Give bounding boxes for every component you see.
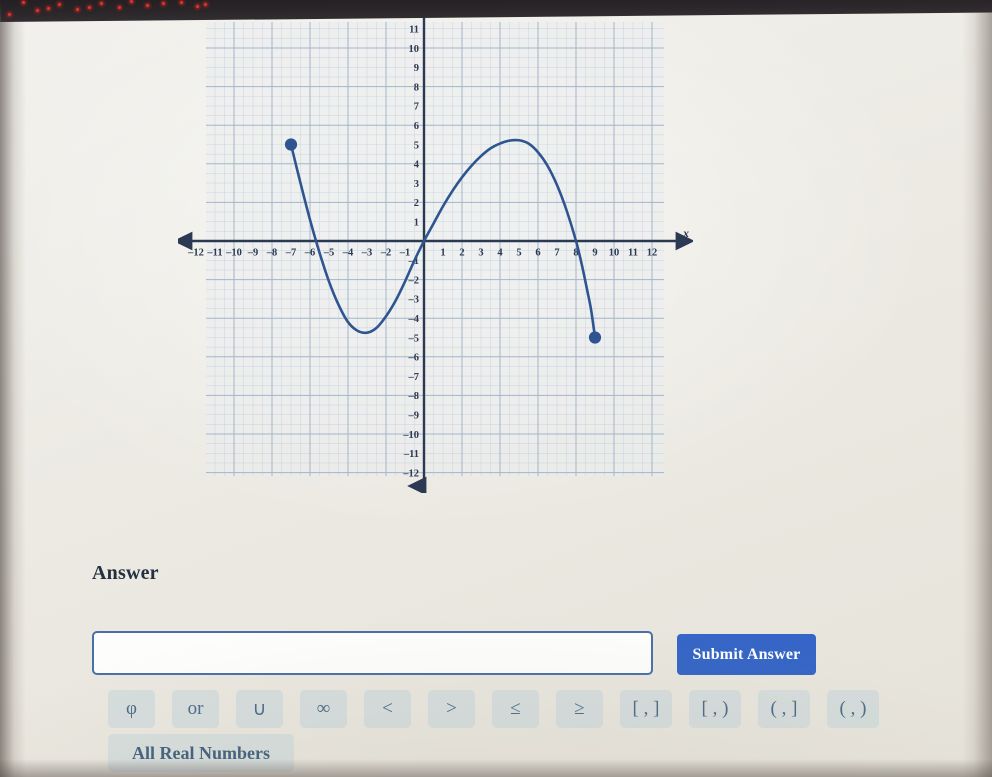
endpoint-marker-0 [284,138,298,151]
coordinate-graph: –12 –11 –10 –9 –8 –7 –6 –5 –4 –3 –2 –1 1 2 3 4 5 6 7 8 9 10 11… [178,8,693,493]
y-tick--10: –10 [402,430,419,441]
y-tick--8: –8 [408,391,420,402]
symbol-palette: φ or ∪ ∞ < > ≤ ≥ [ , ] [ , ) ( , ] ( , ) [108,688,888,730]
y-tick-1: 1 [414,218,419,229]
y-tick-9: 9 [414,63,419,74]
red-speckle-6 [88,5,91,9]
x-tick-12: 12 [647,248,658,259]
x-tick--10: –10 [225,248,242,259]
y-tick--4: –4 [408,314,420,325]
symbol-button-empty-set[interactable]: φ [108,690,155,728]
y-tick--7: –7 [408,372,420,383]
y-tick-2: 2 [414,198,419,209]
red-speckle-11 [162,2,165,5]
x-axis-label: x [682,226,689,240]
red-speckle-12 [180,0,183,4]
x-tick-10: 10 [609,248,620,259]
x-tick--5: –5 [323,248,335,259]
red-speckle-8 [118,6,121,9]
symbol-button-or[interactable]: or [172,690,219,728]
screenshot-root: –12 –11 –10 –9 –8 –7 –6 –5 –4 –3 –2 –1 1 2 3 4 5 6 7 8 9 10 11… [0,0,992,777]
y-tick--6: –6 [408,353,420,364]
red-speckle-5 [76,8,79,11]
x-tick-11: 11 [628,248,638,259]
x-tick-7: 7 [554,248,559,259]
x-tick--8: –8 [266,248,278,259]
x-tick--9: –9 [247,248,259,259]
all-real-numbers-button[interactable]: All Real Numbers [108,734,294,772]
red-speckle-2 [36,8,39,12]
answer-heading: Answer [92,562,159,584]
graph-svg: –12 –11 –10 –9 –8 –7 –6 –5 –4 –3 –2 –1 1 2 3 4 5 6 7 8 9 10 11… [178,16,693,493]
x-tick--6: –6 [304,248,316,259]
y-tick--9: –9 [408,411,420,422]
submit-answer-button[interactable]: Submit Answer [677,634,816,675]
symbol-button-infinity[interactable]: ∞ [300,690,347,728]
y-tick--12: –12 [402,468,419,479]
red-speckle-10 [146,4,149,7]
x-tick-9: 9 [592,248,597,259]
red-speckle-0 [8,12,11,16]
x-tick--7: –7 [285,248,297,259]
y-tick--2: –2 [408,275,420,286]
symbol-button-open-closed-interval[interactable]: ( , ] [758,690,810,728]
y-tick-4: 4 [414,160,420,171]
red-speckle-14 [204,2,207,6]
symbol-button-closed-open-interval[interactable]: [ , ) [689,690,741,728]
y-tick-11: 11 [409,25,419,36]
y-tick--3: –3 [408,295,420,306]
y-tick-10: 10 [409,44,420,55]
red-speckle-4 [58,2,61,6]
x-tick--11: –11 [206,248,222,259]
x-tick--12: –12 [187,248,204,259]
symbol-button-less-than[interactable]: < [364,690,411,728]
x-tick--2: –2 [380,248,392,259]
y-tick--5: –5 [408,333,420,344]
x-tick-6: 6 [535,248,540,259]
red-speckle-7 [100,1,103,5]
symbol-button-less-equal[interactable]: ≤ [492,690,539,728]
symbol-button-greater-than[interactable]: > [428,690,475,728]
y-tick-7: 7 [414,102,419,113]
y-tick--11: –11 [403,449,419,460]
symbol-button-union[interactable]: ∪ [236,690,283,728]
x-tick--4: –4 [342,248,354,259]
symbol-button-open-interval[interactable]: ( , ) [827,690,879,728]
endpoint-marker-1 [588,331,602,344]
symbol-button-closed-interval[interactable]: [ , ] [620,690,672,728]
y-tick-5: 5 [414,140,419,151]
answer-input[interactable] [92,631,653,675]
x-tick-5: 5 [516,248,521,259]
y-tick-3: 3 [414,179,419,190]
x-tick-2: 2 [459,248,464,259]
x-tick-4: 4 [497,248,503,259]
symbol-button-greater-equal[interactable]: ≥ [556,690,603,728]
y-tick-8: 8 [414,82,419,93]
y-tick-6: 6 [414,121,419,132]
x-tick-3: 3 [478,248,483,259]
red-speckle-3 [47,6,50,10]
x-tick--3: –3 [361,248,373,259]
x-tick-1: 1 [440,248,445,259]
